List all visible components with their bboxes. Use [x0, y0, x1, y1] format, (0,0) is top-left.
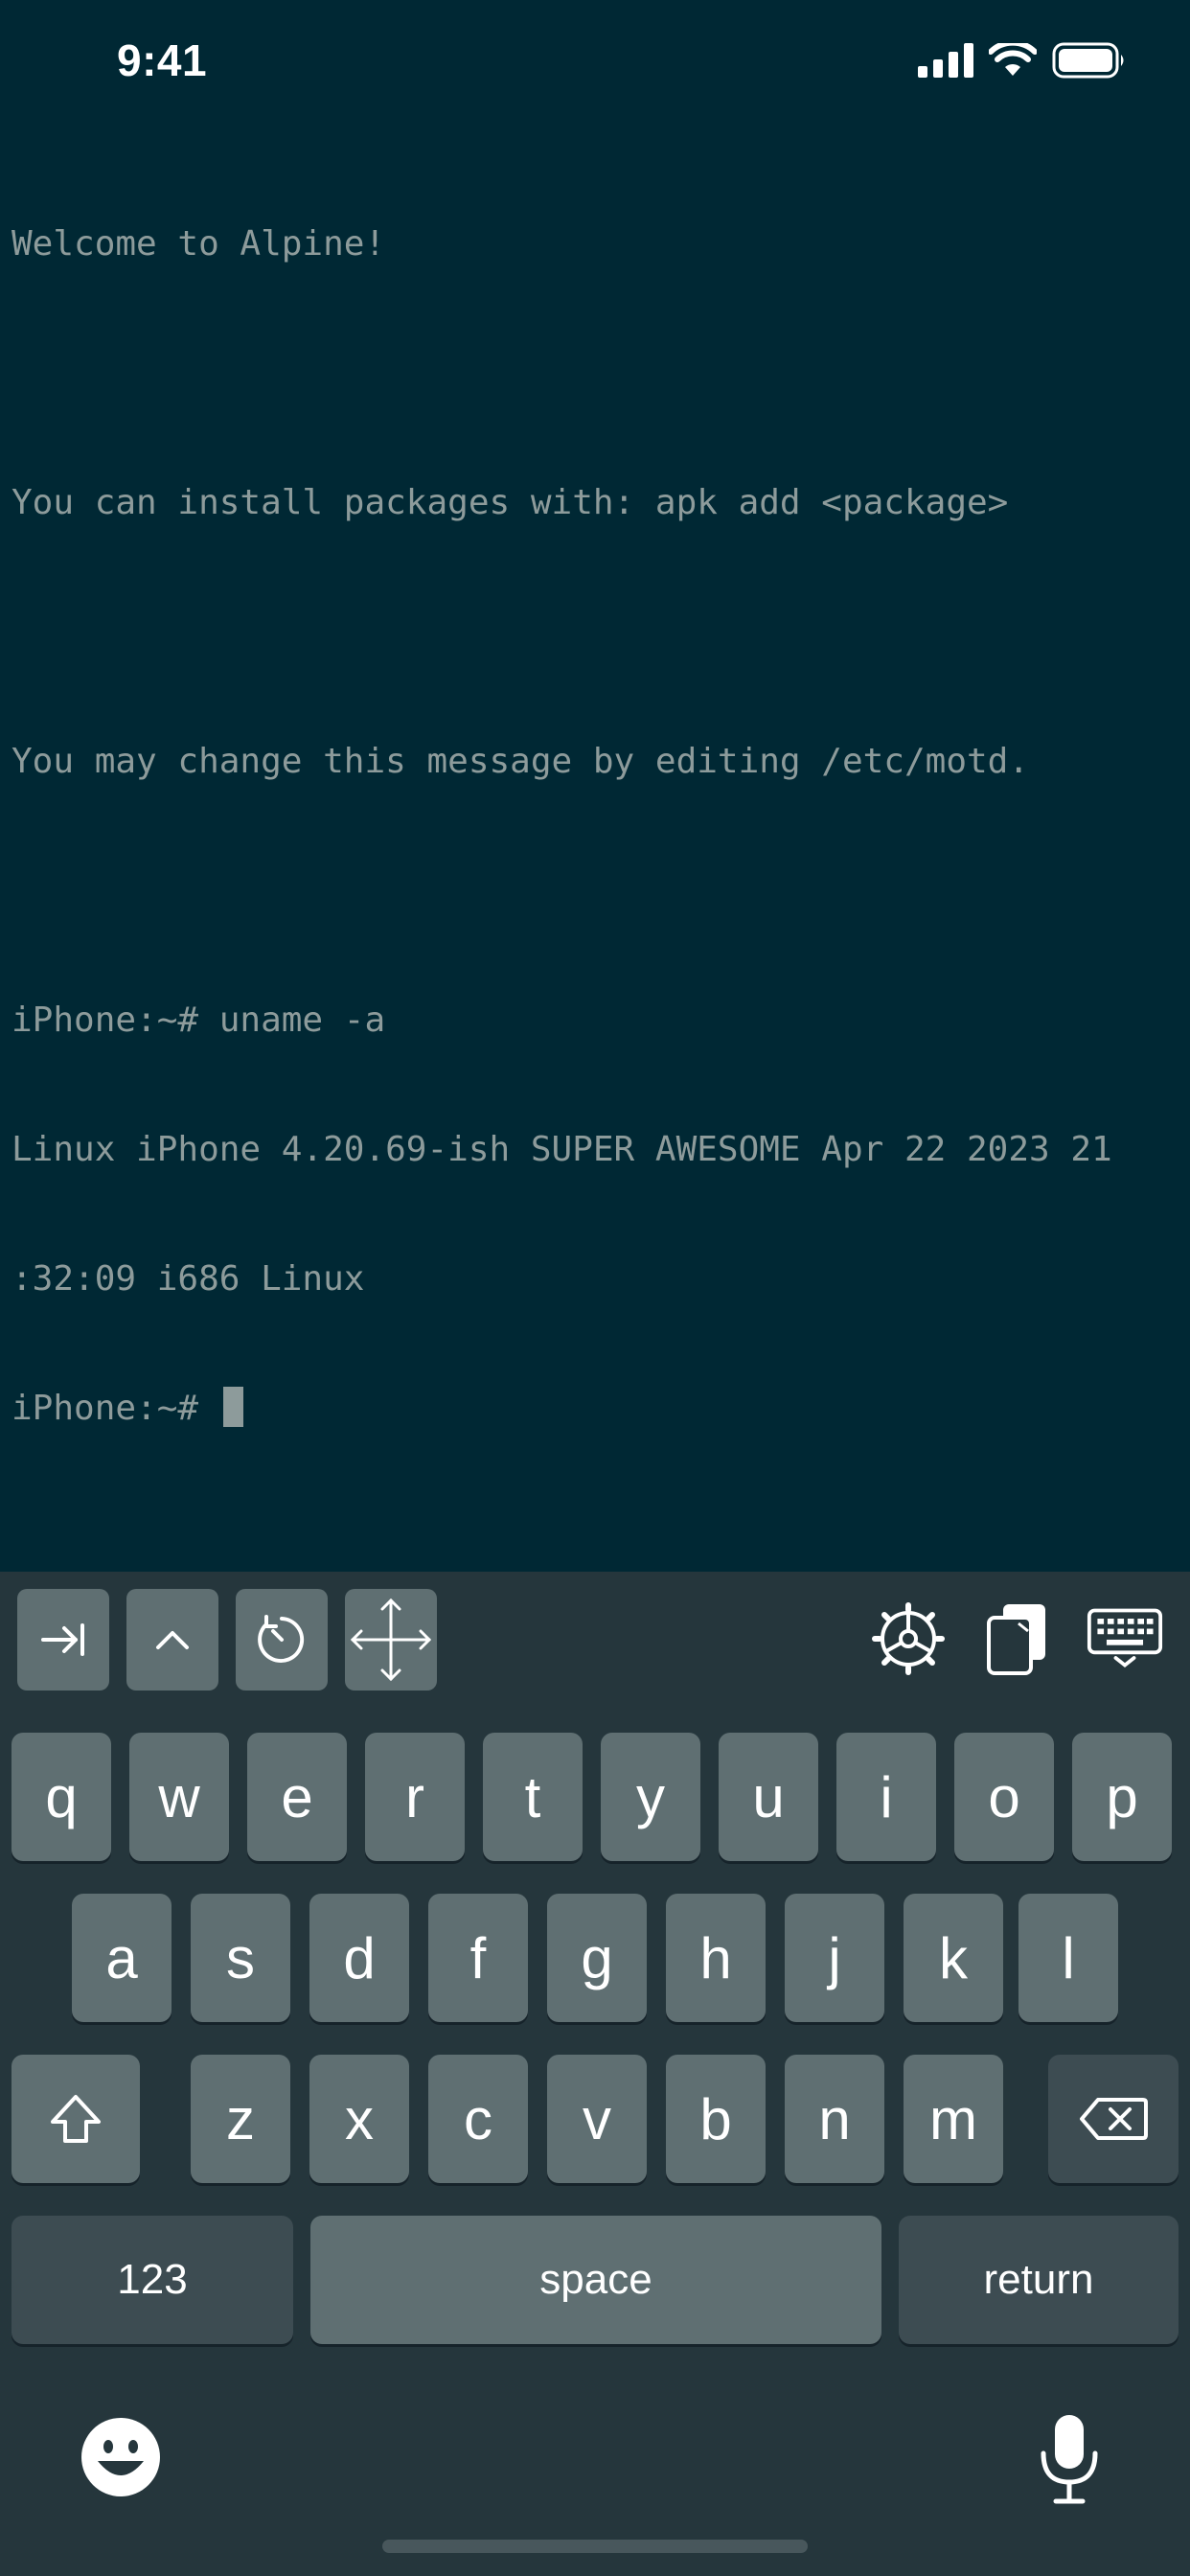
terminal-line: You can install packages with: apk add <… [11, 483, 1009, 522]
shift-icon [51, 2095, 101, 2143]
control-icon [156, 1631, 189, 1649]
tab-key-button[interactable] [17, 1589, 109, 1690]
paste-icon [987, 1604, 1045, 1675]
hide-keyboard-icon [1087, 1608, 1163, 1668]
key-y[interactable]: y [601, 1733, 700, 1861]
terminal-line: iPhone:~# uname -a [11, 1000, 386, 1040]
history-icon [258, 1615, 305, 1663]
terminal-output[interactable]: Welcome to Alpine! You can install packa… [11, 136, 1180, 1473]
return-key[interactable]: return [899, 2216, 1179, 2344]
history-button[interactable] [236, 1589, 328, 1690]
shift-key[interactable] [11, 2055, 140, 2183]
tab-icon [41, 1623, 84, 1656]
home-indicator[interactable] [382, 2540, 808, 2553]
key-z[interactable]: z [191, 2055, 290, 2183]
key-j[interactable]: j [785, 1894, 884, 2022]
key-r[interactable]: r [365, 1733, 465, 1861]
terminal-prompt-line[interactable]: iPhone:~# [11, 1387, 1180, 1430]
paste-button[interactable] [979, 1600, 1056, 1677]
key-u[interactable]: u [719, 1733, 818, 1861]
key-t[interactable]: t [483, 1733, 583, 1861]
terminal-line: :32:09 i686 Linux [11, 1259, 365, 1299]
key-h[interactable]: h [666, 1894, 766, 2022]
keyboard-area: q w e r t y u i o p a s d f g h j k l z … [0, 1572, 1190, 2576]
delete-key[interactable] [1048, 2055, 1179, 2183]
status-time: 9:41 [117, 35, 208, 85]
move-arrows-icon [351, 1598, 431, 1682]
key-q[interactable]: q [11, 1733, 111, 1861]
key-g[interactable]: g [547, 1894, 647, 2022]
space-key[interactable]: space [310, 2216, 881, 2344]
microphone-icon [1041, 2415, 1098, 2504]
key-c[interactable]: c [428, 2055, 528, 2183]
battery-icon [1052, 42, 1124, 79]
key-o[interactable]: o [954, 1733, 1054, 1861]
hide-keyboard-button[interactable] [1087, 1600, 1163, 1677]
key-n[interactable]: n [785, 2055, 884, 2183]
move-arrows-button[interactable] [345, 1589, 437, 1690]
key-a[interactable]: a [72, 1894, 172, 2022]
terminal-cursor [222, 1387, 243, 1427]
emoji-button[interactable] [79, 2415, 163, 2499]
key-w[interactable]: w [129, 1733, 229, 1861]
key-f[interactable]: f [428, 1894, 528, 2022]
dictation-button[interactable] [1031, 2411, 1108, 2507]
terminal-line: Welcome to Alpine! [11, 224, 386, 264]
key-i[interactable]: i [836, 1733, 936, 1861]
terminal-line: You may change this message by editing /… [11, 742, 1030, 781]
wifi-icon [989, 43, 1037, 76]
delete-icon [1080, 2098, 1148, 2140]
terminal-line: Linux iPhone 4.20.69-ish SUPER AWESOME A… [11, 1130, 1112, 1169]
key-e[interactable]: e [247, 1733, 347, 1861]
status-icons [918, 42, 1127, 79]
key-m[interactable]: m [904, 2055, 1003, 2183]
control-key-button[interactable] [126, 1589, 218, 1690]
key-v[interactable]: v [547, 2055, 647, 2183]
settings-gear-icon [872, 1602, 945, 1675]
emoji-icon [81, 2418, 160, 2496]
key-x[interactable]: x [309, 2055, 409, 2183]
key-p[interactable]: p [1072, 1733, 1172, 1861]
settings-button[interactable] [870, 1600, 947, 1677]
key-b[interactable]: b [666, 2055, 766, 2183]
key-s[interactable]: s [191, 1894, 290, 2022]
cellular-signal-icon [918, 43, 973, 78]
key-d[interactable]: d [309, 1894, 409, 2022]
key-l[interactable]: l [1018, 1894, 1118, 2022]
numbers-key[interactable]: 123 [11, 2216, 293, 2344]
status-bar: 9:41 [0, 0, 1190, 134]
terminal-prompt: iPhone:~# [11, 1389, 219, 1428]
key-k[interactable]: k [904, 1894, 1003, 2022]
